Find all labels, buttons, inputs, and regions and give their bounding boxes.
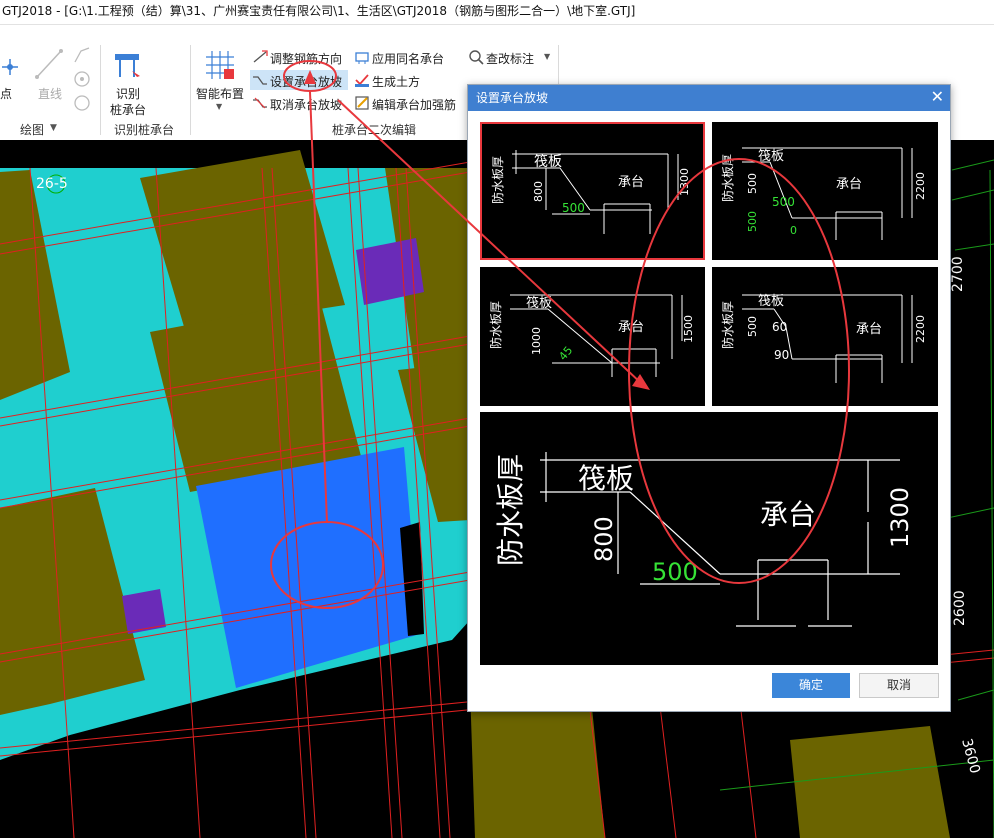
option-raft-label: 筏板 bbox=[526, 295, 552, 311]
option-cap-label: 承台 bbox=[856, 322, 882, 337]
option-dim-2: 500 bbox=[562, 201, 585, 215]
smart-layout-button[interactable]: 智能布置 bbox=[196, 85, 244, 102]
slope-option-4[interactable]: 防水板厚 筏板 承台 500 60 90 2200 bbox=[712, 267, 938, 406]
option-cap-label: 承台 bbox=[618, 175, 644, 190]
gen-earthwork-button[interactable]: 生成土方 bbox=[372, 73, 420, 90]
pile-cap-icon[interactable] bbox=[112, 49, 142, 84]
group-separator bbox=[100, 45, 101, 135]
dim-2700: 2700 bbox=[950, 256, 966, 292]
line-icon[interactable] bbox=[34, 47, 64, 84]
set-slope-icon bbox=[252, 72, 268, 91]
axis-label-26-5: 26-5 bbox=[36, 176, 68, 192]
purple-pad bbox=[122, 589, 166, 634]
option-dim-2: 60 bbox=[772, 320, 787, 334]
option-dim-2: 45 bbox=[556, 344, 575, 363]
edit-rebar-icon bbox=[354, 95, 370, 114]
target-icon[interactable] bbox=[72, 69, 92, 92]
apply-same-name-icon bbox=[354, 49, 370, 68]
apply-same-name-button[interactable]: 应用同名承台 bbox=[372, 50, 444, 67]
option-dim-1: 800 bbox=[532, 181, 545, 202]
option-dim-2: 500 bbox=[772, 195, 795, 209]
set-slope-button[interactable]: 设置承台放坡 bbox=[270, 73, 342, 90]
window-title: GTJ2018 - [G:\1.工程预（结）算\31、广州赛宝责任有限公司\1、… bbox=[0, 0, 994, 24]
cancel-slope-icon bbox=[252, 95, 268, 114]
check-mark-button[interactable]: 查改标注 bbox=[486, 50, 534, 67]
adjust-rebar-button[interactable]: 调整钢筋方向 bbox=[270, 50, 342, 67]
smart-layout-icon[interactable] bbox=[204, 49, 236, 84]
chevron-down-icon[interactable]: ▼ bbox=[544, 52, 550, 61]
identify-group-label: 识别桩承台 bbox=[114, 123, 175, 137]
circle-icon[interactable] bbox=[72, 93, 92, 116]
option-thick-label: 防水板厚 bbox=[490, 156, 505, 204]
close-icon[interactable]: ✕ bbox=[931, 87, 944, 107]
set-slope-dialog: 设置承台放坡 ✕ 防水板厚 筏板 承台 800 500 1300 防水板厚 筏板… bbox=[467, 84, 951, 712]
slope-option-3[interactable]: 防水板厚 筏板 承台 1000 45 1500 bbox=[480, 267, 705, 406]
identify-pile-button-line1[interactable]: 识别 bbox=[116, 85, 140, 102]
cancel-button[interactable]: 取消 bbox=[859, 673, 939, 698]
option-dim-1: 500 bbox=[746, 316, 759, 337]
dialog-title: 设置承台放坡 bbox=[468, 85, 950, 111]
identify-pile-button-line2[interactable]: 桩承台 bbox=[110, 101, 146, 118]
option-dim-1: 1000 bbox=[530, 327, 543, 355]
option-dim-1: 500 bbox=[746, 173, 759, 194]
point-button[interactable]: 点 bbox=[0, 85, 12, 102]
line-button[interactable]: 直线 bbox=[38, 85, 62, 102]
option-dim-3: 1500 bbox=[682, 315, 695, 343]
cancel-slope-button[interactable]: 取消承台放坡 bbox=[270, 96, 342, 113]
check-mark-icon bbox=[468, 49, 484, 68]
slope-preview: 防水板厚 筏板 承台 800 500 1300 bbox=[480, 412, 938, 665]
option-dim-5: 0 bbox=[790, 224, 797, 237]
slope-option-2[interactable]: 防水板厚 筏板 承台 500 500 500 0 2200 bbox=[712, 122, 938, 260]
draw-group-label: 绘图 bbox=[20, 123, 45, 137]
option-raft-label: 筏板 bbox=[758, 148, 784, 164]
option-dim-3: 2200 bbox=[914, 172, 927, 200]
preview-thick-label: 防水板厚 bbox=[494, 454, 527, 566]
polyline-icon[interactable] bbox=[72, 45, 92, 68]
chevron-down-icon[interactable]: ▼ bbox=[50, 123, 57, 133]
dim-2600: 2600 bbox=[952, 590, 968, 626]
option-dim-3: 2200 bbox=[914, 315, 927, 343]
option-dim-4: 90 bbox=[774, 348, 789, 362]
olive-cap bbox=[790, 726, 950, 838]
option-raft-label: 筏板 bbox=[758, 293, 784, 309]
earthwork-icon bbox=[354, 72, 370, 91]
preview-cap-label: 承台 bbox=[760, 498, 816, 531]
edit-group-label: 桩承台二次编辑 bbox=[332, 123, 417, 137]
point-icon[interactable] bbox=[0, 55, 20, 82]
chevron-down-icon[interactable]: ▼ bbox=[216, 102, 222, 111]
option-cap-label: 承台 bbox=[618, 320, 644, 335]
ok-button[interactable]: 确定 bbox=[772, 673, 850, 698]
group-separator bbox=[190, 45, 191, 135]
preview-dim-1: 800 bbox=[590, 516, 618, 562]
preview-dim-3: 1300 bbox=[886, 487, 914, 548]
option-raft-label: 筏板 bbox=[534, 153, 562, 170]
option-thick-label: 防水板厚 bbox=[720, 301, 735, 349]
preview-raft-label: 筏板 bbox=[578, 462, 634, 495]
option-cap-label: 承台 bbox=[836, 177, 862, 192]
option-dim-4: 500 bbox=[746, 211, 759, 232]
option-thick-label: 防水板厚 bbox=[488, 301, 503, 349]
slope-option-1[interactable]: 防水板厚 筏板 承台 800 500 1300 bbox=[480, 122, 705, 260]
preview-dim-2: 500 bbox=[652, 558, 698, 586]
option-dim-3: 1300 bbox=[678, 168, 691, 196]
option-thick-label: 防水板厚 bbox=[720, 154, 735, 202]
edit-rebar-button[interactable]: 编辑承台加强筋 bbox=[372, 96, 456, 113]
adjust-rebar-icon bbox=[252, 49, 268, 68]
